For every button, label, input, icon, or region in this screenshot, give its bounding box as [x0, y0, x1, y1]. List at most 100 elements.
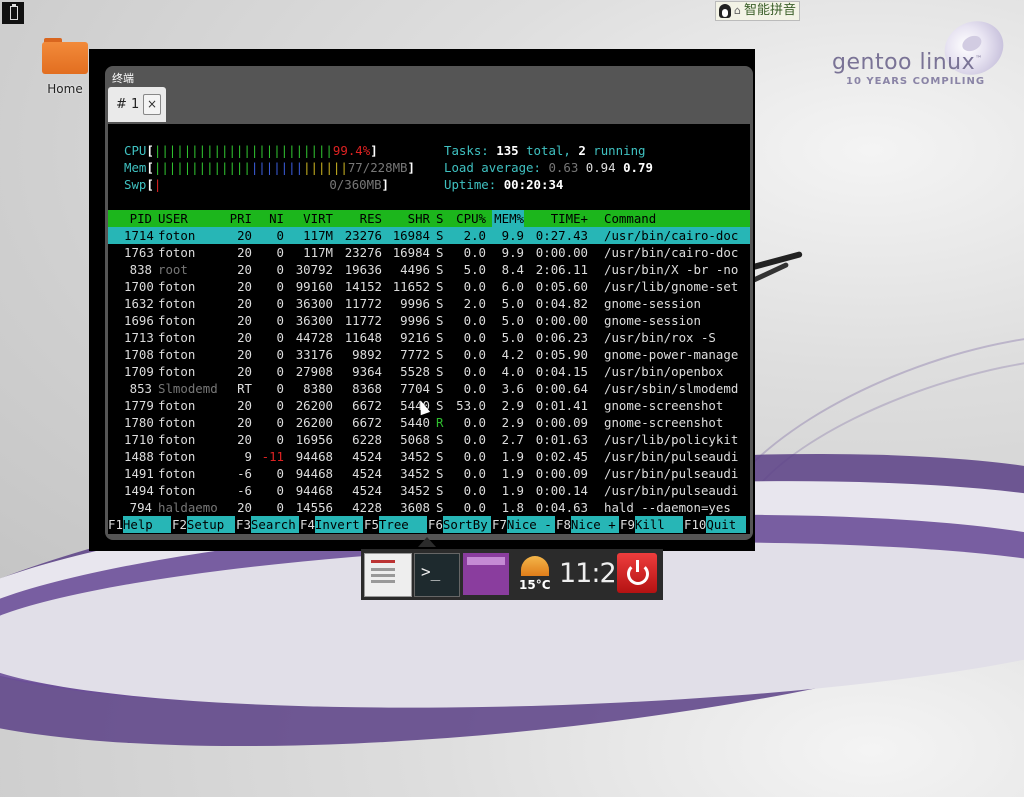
cell-user: foton: [158, 347, 196, 362]
cell-cmd: /usr/bin/pulseaudi: [604, 466, 739, 481]
column-header[interactable]: Command: [604, 210, 744, 227]
process-row[interactable]: 1491 foton -6 0 94468 4524 3452 S 0.0 1.9 0:00.09 /…: [108, 465, 750, 482]
column-header[interactable]: MEM%: [492, 210, 524, 227]
cell-mem: 9.9: [501, 245, 524, 260]
tab-1[interactable]: # 1 ×: [108, 87, 166, 122]
logo-subtitle: 10 YEARS COMPILING: [846, 76, 986, 87]
cell-cpu: 5.0: [463, 262, 486, 277]
process-row[interactable]: 1696 foton 20 0 36300 11772 9996 S 0.0 5.0 0:00.00…: [108, 312, 750, 329]
cell-time: 2:06.11: [535, 262, 588, 277]
column-header[interactable]: CPU%: [450, 210, 486, 227]
process-row[interactable]: 853 Slmodemd RT 0 8380 8368 7704 S 0.0 3.6 0:00.64…: [108, 380, 750, 397]
cell-pri: 20: [237, 228, 252, 243]
column-header[interactable]: SHR: [388, 210, 430, 227]
process-row[interactable]: 1713 foton 20 0 44728 11648 9216 S 0.0 5.0 0:06.23…: [108, 329, 750, 346]
column-header[interactable]: RES: [338, 210, 382, 227]
column-header[interactable]: PRI: [226, 210, 252, 227]
cell-res: 6228: [352, 432, 382, 447]
cell-res: 6672: [352, 415, 382, 430]
weather-widget[interactable]: 15°C: [513, 553, 557, 595]
cell-virt: 30792: [295, 262, 333, 277]
cell-pid: 1713: [124, 330, 154, 345]
process-row[interactable]: 1763 foton 20 0 117M 23276 16984 S 0.0 9.9 0:00.00…: [108, 244, 750, 261]
cell-shr: 16984: [392, 228, 430, 243]
swap-meter: Swp[| 0/360MB]: [124, 177, 390, 192]
process-row[interactable]: 838 root 20 0 30792 19636 4496 S 5.0 8.4 2:06.11/u…: [108, 261, 750, 278]
fkey-f10[interactable]: F10Quit: [684, 516, 747, 533]
terminal-icon: >_: [421, 562, 441, 581]
cell-shr: 5068: [400, 432, 430, 447]
mem-meter: Mem[||||||||||||||||||||||||||77/228MB]: [124, 160, 415, 175]
cell-res: 11772: [344, 296, 382, 311]
cell-pri: 20: [237, 313, 252, 328]
terminal-launcher[interactable]: >_: [414, 553, 460, 597]
cell-time: 0:00.09: [535, 466, 588, 481]
cell-cmd: gnome-screenshot: [604, 398, 724, 413]
cell-shr: 3452: [400, 466, 430, 481]
cell-pri: 20: [237, 432, 252, 447]
process-row[interactable]: 794 haldaemo 20 0 14556 4228 3608 S 0.0 1.8 0:04.6…: [108, 499, 750, 516]
cell-pri: 20: [237, 296, 252, 311]
process-row[interactable]: 1714 foton 20 0 117M 23276 16984 S 2.0 9.9 0:27.43…: [108, 227, 750, 244]
process-row[interactable]: 1780 foton 20 0 26200 6672 5440 R 0.0 2.9 0:00.09 g…: [108, 414, 750, 431]
cell-cmd: /usr/bin/cairo-doc: [604, 228, 739, 243]
process-row[interactable]: 1632 foton 20 0 36300 11772 9996 S 2.0 5.0 0:04.82…: [108, 295, 750, 312]
cell-pri: -6: [237, 483, 252, 498]
cell-ni: 0: [276, 279, 284, 294]
column-header[interactable]: TIME+: [528, 210, 588, 227]
column-header[interactable]: S: [436, 210, 446, 227]
cell-user: foton: [158, 228, 196, 243]
process-row[interactable]: 1710 foton 20 0 16956 6228 5068 S 0.0 2.7 0:01.63 /…: [108, 431, 750, 448]
tab-label: # 1: [116, 97, 140, 112]
fkey-label: Help: [122, 516, 171, 533]
cell-virt: 94468: [295, 449, 333, 464]
cell-mem: 2.9: [501, 415, 524, 430]
fkey-f7[interactable]: F7Nice -: [492, 516, 555, 533]
fkey-f9[interactable]: F9Kill: [620, 516, 683, 533]
process-row[interactable]: 1709 foton 20 0 27908 9364 5528 S 0.0 4.0 0:04.15 /…: [108, 363, 750, 380]
fkey-f8[interactable]: F8Nice +: [556, 516, 619, 533]
process-row[interactable]: 1708 foton 20 0 33176 9892 7772 S 0.0 4.2 0:05.90 g…: [108, 346, 750, 363]
fkey-f5[interactable]: F5Tree: [364, 516, 427, 533]
cell-res: 23276: [344, 228, 382, 243]
cell-shr: 9996: [400, 313, 430, 328]
process-row[interactable]: 1494 foton -6 0 94468 4524 3452 S 0.0 1.9 0:00.14 /…: [108, 482, 750, 499]
column-header[interactable]: USER: [158, 210, 218, 227]
fkey-f2[interactable]: F2Setup: [172, 516, 235, 533]
fkey-label: Search: [250, 516, 299, 533]
cell-pid: 1632: [124, 296, 154, 311]
process-row[interactable]: 1488 foton 9 -11 94468 4524 3452 S 0.0 1.9 0:02.45…: [108, 448, 750, 465]
cell-res: 6672: [352, 398, 382, 413]
window-switcher[interactable]: [463, 553, 509, 595]
fkey-f4[interactable]: F4Invert: [300, 516, 363, 533]
fkey-f6[interactable]: F6SortBy: [428, 516, 491, 533]
cell-user: foton: [158, 296, 196, 311]
power-button[interactable]: [617, 553, 657, 593]
cell-ni: 0: [276, 500, 284, 515]
column-header[interactable]: NI: [258, 210, 284, 227]
column-header[interactable]: VIRT: [293, 210, 333, 227]
battery-indicator[interactable]: [2, 2, 24, 24]
fkey-f3[interactable]: F3Search: [236, 516, 299, 533]
document-viewer-launcher[interactable]: [364, 553, 412, 597]
cell-pid: 1709: [124, 364, 154, 379]
fkey-f1[interactable]: F1Help: [108, 516, 171, 533]
cell-time: 0:04.82: [535, 296, 588, 311]
close-icon[interactable]: ×: [143, 94, 161, 115]
clock[interactable]: 11:28: [559, 553, 633, 595]
desktop-icon-home[interactable]: Home: [40, 38, 90, 96]
cell-user: foton: [158, 330, 196, 345]
cell-res: 11772: [344, 313, 382, 328]
column-header[interactable]: PID: [124, 210, 152, 227]
fkey-key: F9: [620, 517, 635, 532]
cell-user: foton: [158, 313, 196, 328]
input-method-indicator[interactable]: ⌂ 智能拼音: [715, 1, 800, 21]
cell-user: Slmodemd: [158, 381, 218, 396]
process-row[interactable]: 1700 foton 20 0 99160 14152 11652 S 0.0 6.0 0:05.6…: [108, 278, 750, 295]
cell-cpu: 0.0: [463, 245, 486, 260]
cell-cmd: gnome-session: [604, 296, 701, 311]
cell-user: foton: [158, 415, 196, 430]
lock-icon: ⌂: [734, 4, 741, 17]
process-table-header[interactable]: PID USER PRI NI VIRT RES SHR S CPU% MEM% TIME+ Comm…: [108, 210, 750, 227]
terminal-output[interactable]: CPU[||||||||||||||||||||||||99.4%] Mem[|…: [108, 124, 750, 534]
